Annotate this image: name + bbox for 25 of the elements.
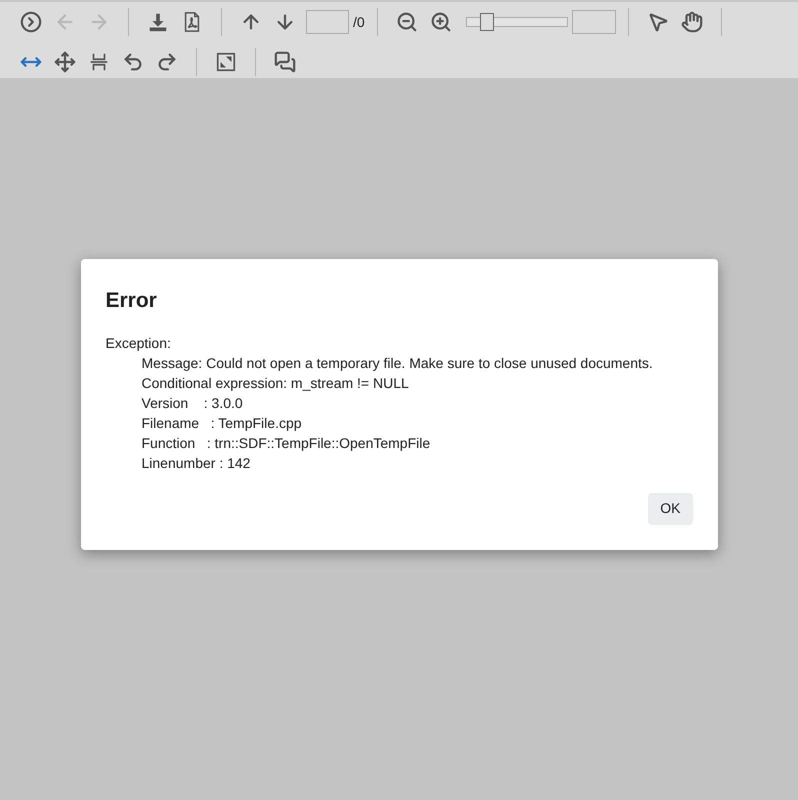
exception-detail: Linenumber : 142 (140, 454, 252, 472)
exception-detail: Filename : TempFile.cpp (140, 414, 303, 432)
fit-page-icon (88, 51, 110, 73)
zoom-field[interactable] (572, 10, 616, 34)
dialog-title: Error (106, 288, 158, 314)
exception-detail: Function : trn::SDF::TempFile::OpenTempFile (140, 434, 432, 452)
pointer-icon (646, 11, 669, 33)
page-total: /0 (353, 12, 365, 32)
ok-button[interactable]: OK (648, 492, 692, 524)
zoom-in-icon (430, 11, 452, 33)
exception-heading: Exception: (106, 334, 172, 352)
comments-icon (274, 51, 296, 73)
slider-thumb[interactable] (480, 13, 494, 31)
move-icon (54, 51, 76, 73)
fullscreen-icon (215, 51, 237, 73)
rotate-right-icon (156, 51, 178, 73)
exception-detail: Message: Could not open a temporary file. Make sure to close unused documents. (140, 354, 654, 372)
chevron-circle-icon (20, 11, 42, 33)
download-icon (147, 11, 169, 33)
exception-detail: Conditional expression: m_stream != NULL (140, 374, 410, 392)
hand-icon (680, 11, 703, 33)
rotate-left-icon (122, 51, 144, 73)
exception-detail: Version : 3.0.0 (140, 394, 244, 412)
page-number-field[interactable] (306, 10, 349, 34)
zoom-out-icon (396, 11, 418, 33)
